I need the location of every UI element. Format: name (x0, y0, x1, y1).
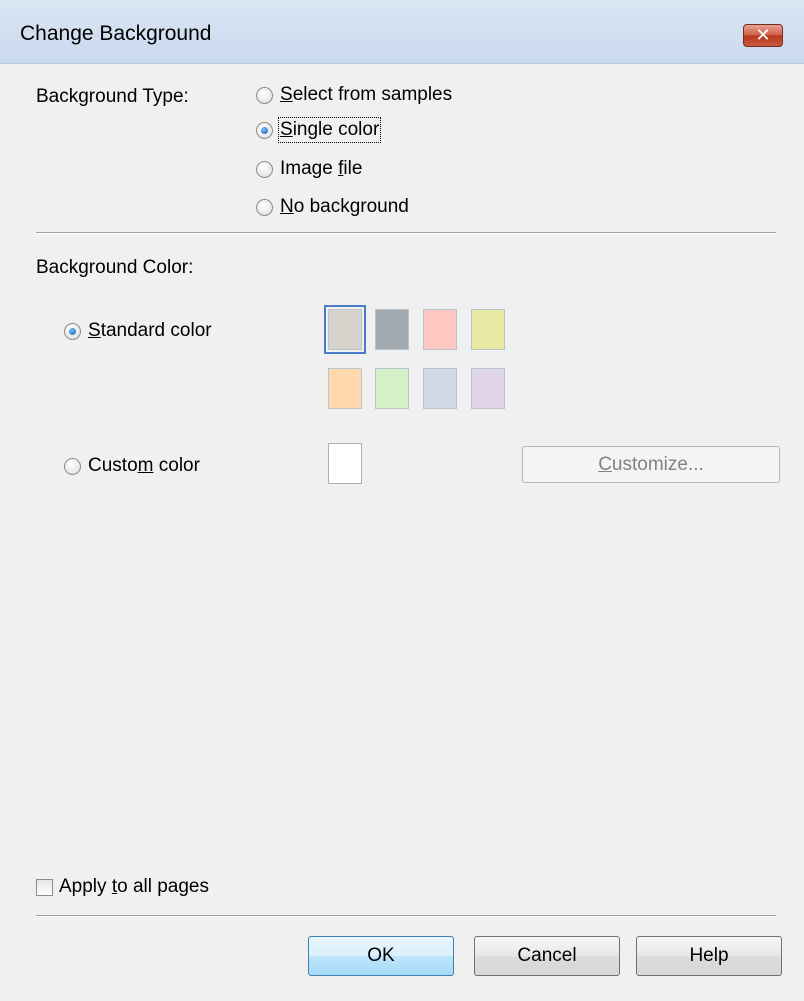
separator (36, 232, 776, 234)
radio-label: Select from samples (280, 84, 453, 105)
radio-selected-icon (64, 322, 81, 340)
close-icon: ✕ (755, 25, 771, 45)
radio-no-background[interactable]: No background (256, 196, 409, 218)
color-swatch[interactable] (471, 368, 505, 409)
color-swatch[interactable] (324, 305, 366, 354)
radio-label: Custom color (88, 455, 200, 476)
ok-button[interactable]: OK (308, 936, 454, 976)
color-swatch[interactable] (328, 368, 362, 409)
radio-circle-icon (256, 160, 273, 178)
radio-image-file[interactable]: Image file (256, 158, 362, 180)
separator (36, 915, 776, 917)
color-swatch[interactable] (375, 309, 409, 350)
checkbox-label: Apply to all pages (59, 876, 209, 897)
close-button[interactable]: ✕ (743, 24, 783, 47)
radio-single-color[interactable]: Single color (256, 117, 382, 143)
apply-all-pages-checkbox[interactable]: Apply to all pages (36, 876, 209, 898)
radio-selected-icon (256, 121, 273, 139)
color-swatch[interactable] (423, 309, 457, 350)
color-swatch[interactable] (375, 368, 409, 409)
radio-label: Single color (277, 117, 382, 143)
window-title: Change Background (20, 22, 212, 45)
radio-circle-icon (256, 86, 273, 104)
radio-label: Image file (280, 158, 363, 179)
checkbox-box-icon (36, 878, 53, 896)
radio-select-from-samples[interactable]: Select from samples (256, 84, 452, 106)
background-color-label: Background Color: (36, 257, 194, 278)
radio-label: Standard color (88, 320, 212, 341)
radio-custom-color[interactable]: Custom color (64, 455, 200, 477)
radio-circle-icon (64, 457, 81, 475)
customize-button[interactable]: Customize... (522, 446, 780, 483)
color-swatch[interactable] (471, 309, 505, 350)
color-swatch[interactable] (423, 368, 457, 409)
custom-color-swatch[interactable] (328, 443, 362, 484)
cancel-button[interactable]: Cancel (474, 936, 620, 976)
radio-standard-color[interactable]: Standard color (64, 320, 212, 342)
background-type-label: Background Type: (36, 86, 189, 107)
help-button[interactable]: Help (636, 936, 782, 976)
radio-label: No background (280, 196, 409, 217)
title-bar: Change Background ✕ (0, 0, 804, 64)
radio-circle-icon (256, 198, 273, 216)
